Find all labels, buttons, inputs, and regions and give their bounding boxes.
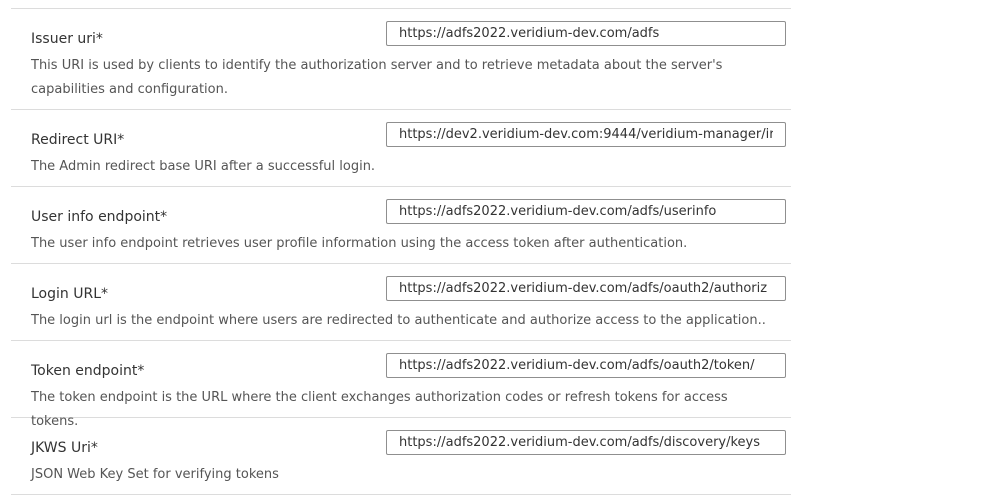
user-info-endpoint-label: User info endpoint* <box>31 209 168 225</box>
login-url-label: Login URL* <box>31 286 108 302</box>
redirect-uri-input[interactable] <box>386 122 786 147</box>
token-endpoint-input[interactable] <box>386 353 786 378</box>
jkws-uri-input[interactable] <box>386 430 786 455</box>
form-top-divider <box>11 0 791 9</box>
field-row-login-url: Login URL* The login url is the endpoint… <box>11 264 791 341</box>
user-info-endpoint-input[interactable] <box>386 199 786 224</box>
redirect-uri-label: Redirect URI* <box>31 132 125 148</box>
field-row-user-info-endpoint: User info endpoint* The user info endpoi… <box>11 187 791 264</box>
issuer-uri-input[interactable] <box>386 21 786 46</box>
jkws-uri-description: JSON Web Key Set for verifying tokens <box>31 467 279 482</box>
oauth-settings-form: Issuer uri* This URI is used by clients … <box>11 0 791 495</box>
login-url-input[interactable] <box>386 276 786 301</box>
field-row-token-endpoint: Token endpoint* The token endpoint is th… <box>11 341 791 429</box>
field-row-jkws-uri: JKWS Uri* JSON Web Key Set for verifying… <box>11 418 791 495</box>
token-endpoint-label: Token endpoint* <box>31 363 145 379</box>
field-row-redirect-uri: Redirect URI* The Admin redirect base UR… <box>11 110 791 187</box>
issuer-uri-description: This URI is used by clients to identify … <box>31 58 723 97</box>
jkws-uri-label: JKWS Uri* <box>31 440 98 456</box>
issuer-uri-label: Issuer uri* <box>31 31 103 47</box>
redirect-uri-description: The Admin redirect base URI after a succ… <box>31 159 376 174</box>
user-info-endpoint-description: The user info endpoint retrieves user pr… <box>31 236 688 251</box>
field-row-issuer-uri: Issuer uri* This URI is used by clients … <box>11 9 791 110</box>
login-url-description: The login url is the endpoint where user… <box>31 313 766 328</box>
